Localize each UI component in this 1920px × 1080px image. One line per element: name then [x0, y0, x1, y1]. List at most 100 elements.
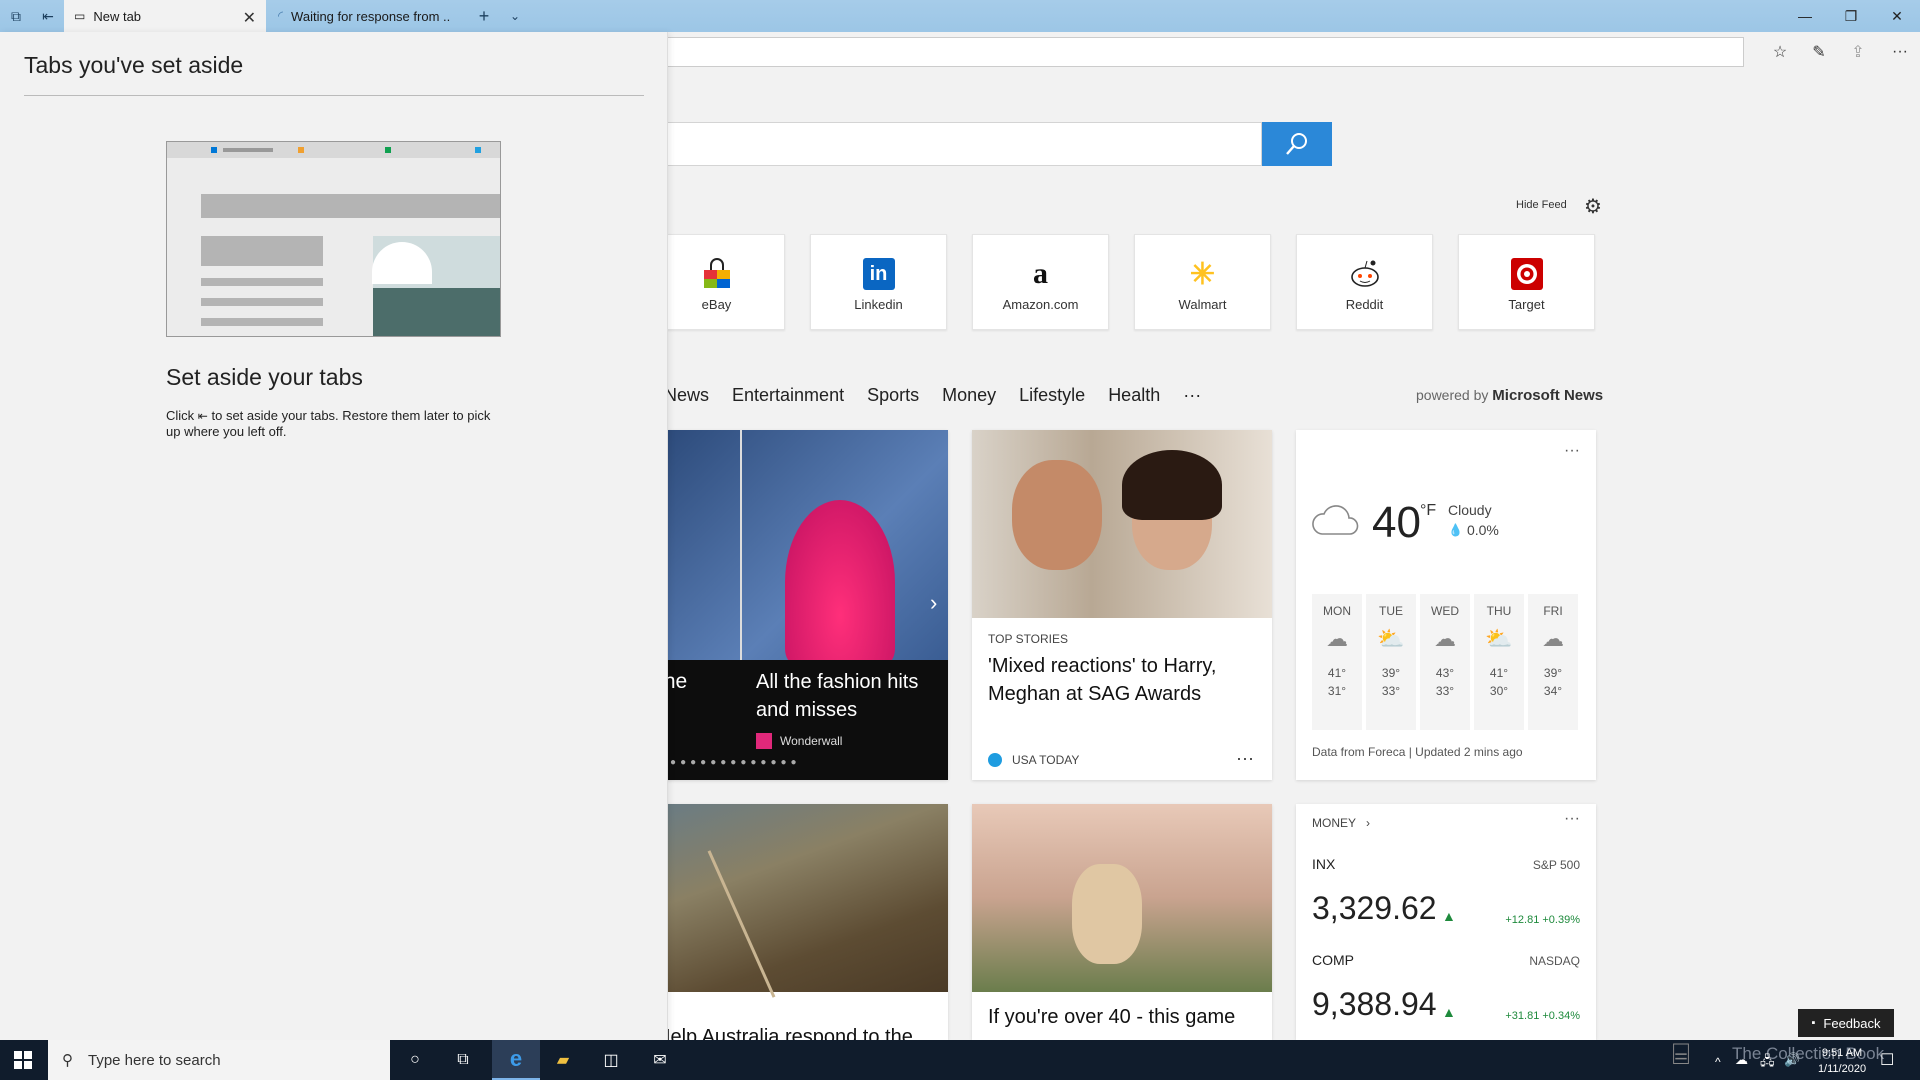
weather-unit[interactable]: °F	[1420, 502, 1436, 520]
favorites-star-icon[interactable]: ☆	[1768, 40, 1792, 64]
money-label[interactable]: MONEY	[1312, 816, 1356, 830]
web-note-pen-icon[interactable]: ✎	[1807, 40, 1831, 64]
action-center-icon[interactable]: ☐	[1880, 1050, 1894, 1070]
clock-time: 9:51 AM	[1821, 1047, 1863, 1059]
top-site-walmart[interactable]: ✳ Walmart	[1134, 234, 1271, 330]
money-more-icon[interactable]: ···	[1564, 810, 1580, 828]
cloud-icon: ☁	[1326, 626, 1348, 651]
tab-overview-icon[interactable]: ⧉	[6, 6, 26, 26]
ebay-logo-icon	[649, 257, 784, 291]
ad-card-title: If you're over 40 - this game	[988, 1006, 1236, 1028]
story-more-icon[interactable]: ···	[1236, 748, 1254, 769]
weather-condition: Cloudy	[1448, 502, 1492, 518]
search-input[interactable]	[660, 122, 1262, 166]
forecast-high: 39°	[1381, 666, 1401, 680]
taskbar-search-input[interactable]: ⚲ Type here to search	[48, 1040, 390, 1080]
category-money[interactable]: Money	[942, 385, 996, 407]
onedrive-icon[interactable]: ☁	[1735, 1052, 1748, 1068]
forecast-high: 41°	[1327, 666, 1347, 680]
feedback-label: Feedback	[1823, 1015, 1881, 1031]
minimize-button[interactable]: —	[1782, 0, 1828, 32]
news-card[interactable]: Help Australia respond to the	[660, 804, 948, 1040]
stock-name: S&P 500	[1532, 858, 1580, 872]
ad-card[interactable]: If you're over 40 - this game	[972, 804, 1272, 1040]
windows-start-icon[interactable]	[10, 1048, 36, 1072]
mail-icon[interactable]: ✉	[647, 1048, 673, 1072]
stock-ticker[interactable]: COMP	[1312, 952, 1354, 968]
story-source: USA TODAY	[1012, 753, 1080, 767]
category-sports[interactable]: Sports	[867, 385, 919, 407]
set-aside-text-before: Click	[166, 408, 195, 423]
new-tab-button[interactable]: +	[474, 6, 494, 26]
top-site-linkedin[interactable]: in Linkedin	[810, 234, 947, 330]
top-story-card[interactable]: TOP STORIES 'Mixed reactions' to Harry, …	[972, 430, 1272, 780]
set-aside-tabs-icon[interactable]: ⇤	[38, 6, 58, 26]
category-health[interactable]: Health	[1108, 385, 1160, 407]
game-image	[972, 804, 1272, 992]
slideshow-card[interactable]: the All the fashion hits and misses Wond…	[660, 430, 948, 780]
forecast-day[interactable]: WED ☁ 43° 33°	[1420, 594, 1470, 730]
title-bar: ⧉ ⇤ ▭ New tab ✕ ◜ Waiting for response f…	[0, 0, 1920, 32]
top-site-reddit[interactable]: Reddit	[1296, 234, 1433, 330]
forecast-day[interactable]: FRI ☁ 39° 34°	[1528, 594, 1578, 730]
search-icon: ⚲	[62, 1052, 73, 1069]
cloud-icon: ☁	[1434, 626, 1456, 651]
address-bar[interactable]	[660, 37, 1744, 67]
forecast-low: 30°	[1489, 684, 1509, 698]
top-site-ebay[interactable]: eBay	[648, 234, 785, 330]
chevron-right-icon[interactable]: ›	[1366, 816, 1370, 830]
tray-chevron-icon[interactable]: ^	[1715, 1055, 1721, 1069]
search-button[interactable]	[1262, 122, 1332, 166]
category-entertainment[interactable]: Entertainment	[732, 385, 844, 407]
tab-new-tab[interactable]: ▭ New tab ✕	[64, 0, 266, 32]
more-menu-icon[interactable]: ···	[1888, 40, 1912, 64]
tab-list-chevron-icon[interactable]: ⌄	[505, 6, 525, 26]
top-site-amazon[interactable]: a Amazon.com	[972, 234, 1109, 330]
weather-more-icon[interactable]: ···	[1564, 442, 1580, 460]
weather-footer[interactable]: Data from Foreca | Updated 2 mins ago	[1312, 745, 1523, 759]
network-icon[interactable]: 🖧	[1760, 1052, 1775, 1074]
top-site-target[interactable]: Target	[1458, 234, 1595, 330]
gear-icon[interactable]: ⚙	[1584, 194, 1602, 219]
forecast-day[interactable]: TUE ⛅ 39° 33°	[1366, 594, 1416, 730]
feedback-button[interactable]: ▪ Feedback	[1798, 1009, 1894, 1037]
store-icon[interactable]: ◫	[598, 1048, 624, 1072]
close-window-button[interactable]: ✕	[1874, 0, 1920, 32]
story-image	[972, 430, 1272, 618]
file-explorer-icon[interactable]: ▰	[550, 1048, 576, 1072]
next-slide-chevron-icon[interactable]: ›	[930, 590, 937, 616]
close-tab-icon[interactable]: ✕	[243, 8, 256, 28]
slideshow-source: Wonderwall	[780, 734, 843, 748]
clock[interactable]: 9:51 AM 1/11/2020	[1812, 1045, 1872, 1077]
category-news[interactable]: News	[664, 385, 709, 407]
up-arrow-icon: ▲	[1442, 908, 1456, 924]
hide-feed-link[interactable]: Hide Feed	[1516, 199, 1567, 211]
share-icon[interactable]: ⇪	[1846, 40, 1870, 64]
forecast-day-label: TUE	[1379, 604, 1403, 618]
restore-button[interactable]: ❐	[1828, 0, 1874, 32]
volume-icon[interactable]: 🔊	[1784, 1052, 1800, 1068]
partly-sunny-icon: ⛅	[1485, 626, 1513, 651]
weather-precip: 0.0%	[1466, 522, 1499, 538]
tab-loading[interactable]: ◜ Waiting for response from ..	[268, 0, 466, 32]
task-view-icon[interactable]: ⧉	[450, 1048, 476, 1072]
stock-ticker[interactable]: INX	[1312, 856, 1335, 872]
forecast-high: 39°	[1543, 666, 1563, 680]
edge-icon[interactable]: e	[492, 1040, 540, 1080]
category-lifestyle[interactable]: Lifestyle	[1019, 385, 1085, 407]
loading-spinner-icon: ◜	[278, 8, 284, 23]
forecast-low: 33°	[1435, 684, 1455, 698]
money-card[interactable]: MONEY › ··· INX S&P 500 3,329.62 ▲ +12.8…	[1296, 804, 1596, 1040]
more-categories-button[interactable]: ···	[1183, 385, 1201, 407]
set-aside-illustration	[166, 141, 501, 337]
target-logo-icon	[1459, 257, 1594, 291]
cortana-icon[interactable]: ○	[402, 1048, 428, 1072]
reddit-alien-icon	[1297, 257, 1432, 291]
forecast-high: 41°	[1489, 666, 1509, 680]
panel-title: Tabs you've set aside	[24, 52, 244, 78]
forecast-day-label: FRI	[1543, 604, 1563, 618]
clock-date: 1/11/2020	[1817, 1063, 1867, 1075]
forecast-day[interactable]: THU ⛅ 41° 30°	[1474, 594, 1524, 730]
up-arrow-icon: ▲	[1442, 1004, 1456, 1020]
forecast-day[interactable]: MON ☁ 41° 31°	[1312, 594, 1362, 730]
